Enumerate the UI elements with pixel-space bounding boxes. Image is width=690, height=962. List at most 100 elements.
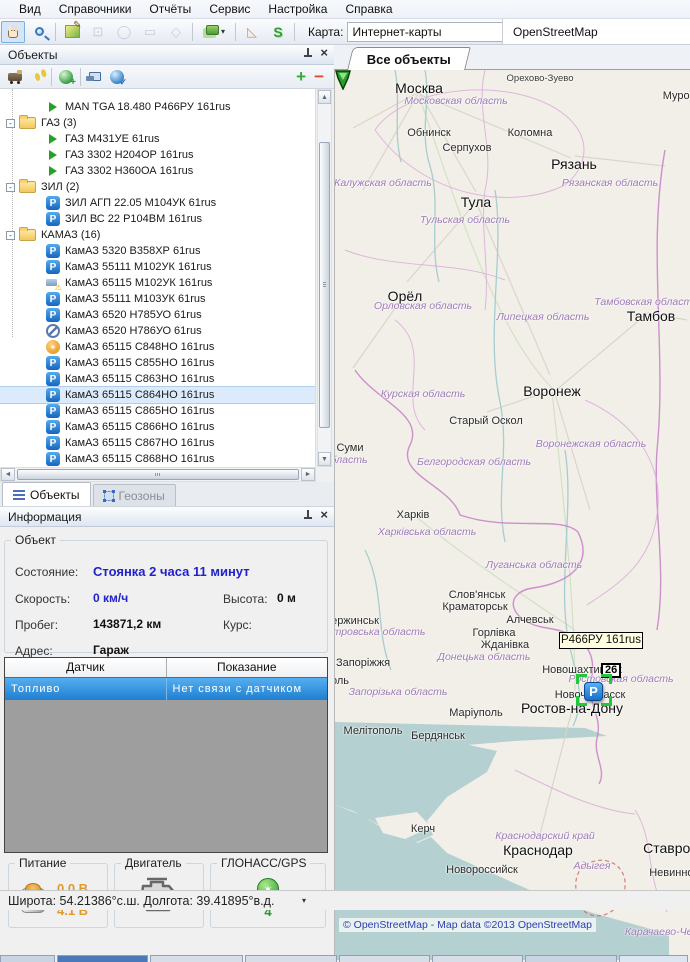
vehicle-monitor-button[interactable]: [84, 67, 106, 87]
hand-tool-button[interactable]: [1, 21, 25, 43]
map-provider-combobox[interactable]: OpenStreetMap: [502, 19, 690, 44]
scroll-right-icon[interactable]: ►: [301, 468, 315, 481]
tree-item[interactable]: P КамАЗ 65115 С855НО 161rus: [0, 355, 315, 371]
parking-marker[interactable]: P: [584, 682, 603, 701]
mileage-value: 143871,2 км: [93, 617, 161, 631]
select-tool-button[interactable]: ⊡: [86, 21, 110, 43]
sensor-row[interactable]: ТопливоНет связи с датчиком: [5, 678, 327, 700]
tree-item[interactable]: КамАЗ 6520 Н786УО 61rus: [0, 323, 315, 339]
map-city-label: Новороссийск: [446, 864, 518, 876]
tree-item[interactable]: PКамАЗ 65115 С864НО 161rus: [0, 387, 315, 403]
tree-item-label: КамАЗ 65115 С855НО 161rus: [65, 357, 214, 369]
map-canvas[interactable]: МоскваОрехово-ЗуевоМуромОбнинскКоломнаСе…: [334, 70, 690, 960]
truck-warning-icon: [46, 276, 60, 290]
route-button[interactable]: S: [266, 21, 290, 43]
parking-icon: P: [46, 372, 60, 386]
tree-item[interactable]: MAN TGA 18.480 Р466РУ 161rus: [0, 99, 315, 115]
map-city-label: Муром: [663, 90, 690, 102]
map-city-label: Серпухов: [443, 142, 492, 154]
menu-item[interactable]: Отчёты: [140, 1, 200, 17]
tree-item-label: ГАЗ 3302 Н360ОА 161rus: [65, 165, 193, 177]
layers-button[interactable]: ▾: [197, 21, 231, 43]
pin-icon[interactable]: [303, 509, 312, 521]
map-city-label: Воронеж: [523, 383, 580, 399]
map-tab-all-objects[interactable]: Все объекты: [347, 47, 471, 70]
menu-item[interactable]: Настройка: [259, 1, 336, 17]
measure-button[interactable]: ◺: [240, 21, 264, 43]
tab-objects[interactable]: Объекты: [2, 482, 91, 506]
tree-item[interactable]: PКамАЗ 55111 М102УК 161rus: [0, 259, 315, 275]
parking-icon: P: [46, 260, 60, 274]
tree-item-label: КамАЗ 65115 С863НО 161rus: [65, 373, 214, 385]
tree-item[interactable]: КамАЗ 65115 М102УК 161rus: [0, 275, 315, 291]
add-object-button[interactable]: +: [296, 67, 306, 87]
rect-tool-button[interactable]: ▭: [138, 21, 162, 43]
expand-icon[interactable]: -: [6, 119, 15, 128]
tree-item[interactable]: ГАЗ М431УЕ 61rus: [0, 131, 315, 147]
tree-item[interactable]: PКамАЗ 5320 В358ХР 61rus: [0, 243, 315, 259]
tree-horizontal-scrollbar[interactable]: ◄ ►: [0, 467, 316, 482]
ellipse-tool-button[interactable]: ◯: [112, 21, 136, 43]
magnifier-icon: [35, 27, 44, 36]
vehicle-list-button[interactable]: [4, 67, 26, 87]
tree-item[interactable]: PКамАЗ 65115 С865НО 161rus: [0, 403, 315, 419]
tree-group[interactable]: -ГАЗ (3): [0, 115, 315, 131]
pin-icon[interactable]: [303, 47, 312, 59]
ruler-triangle-icon: ◺: [247, 25, 257, 38]
close-icon[interactable]: ×: [320, 509, 328, 521]
folder-icon: [19, 117, 36, 129]
tree-item-label: КамАЗ 6520 Н785УО 61rus: [65, 309, 202, 321]
edit-map-button[interactable]: [60, 21, 84, 43]
horizontal-scroll-thumb[interactable]: [17, 469, 299, 480]
toolbar-separator: [80, 68, 81, 86]
remove-object-button[interactable]: −: [314, 67, 324, 87]
tree-item-label: КамАЗ 5320 В358ХР 61rus: [65, 245, 200, 257]
tracks-button[interactable]: [26, 67, 48, 87]
menu-item[interactable]: Справочники: [50, 1, 141, 17]
tree-item[interactable]: P КамАЗ 65115 С866НО 161rus: [0, 419, 315, 435]
map-city-label: Керч: [411, 823, 435, 835]
tree-item[interactable]: PКамАЗ 6520 Н785УО 61rus: [0, 307, 315, 323]
tree-item[interactable]: PКамАЗ 55111 М103УК 61rus: [0, 291, 315, 307]
tree-item[interactable]: PЗИЛ ВС 22 Р104ВМ 161rus: [0, 211, 315, 227]
map-region-label: Московская область: [404, 95, 507, 107]
tree-group[interactable]: -КАМАЗ (16): [0, 227, 315, 243]
tree-vertical-scrollbar[interactable]: ▲ ▼: [317, 89, 332, 467]
parking-icon: P: [46, 356, 60, 370]
expand-icon[interactable]: -: [6, 231, 15, 240]
tree-item[interactable]: ГАЗ 3302 Н204ОР 161rus: [0, 147, 315, 163]
vehicle-direction-marker[interactable]: [335, 70, 351, 90]
globe-check-button[interactable]: [106, 67, 128, 87]
tree-group[interactable]: -ЗИЛ (2): [0, 179, 315, 195]
tree-item-label: КамАЗ 65115 С866НО 161rus: [65, 421, 214, 433]
tree-item[interactable]: PКамАЗ 65115 С868НО 161rus: [0, 451, 315, 467]
tree-item[interactable]: ГАЗ 3302 Н360ОА 161rus: [0, 163, 315, 179]
polygon-tool-button[interactable]: ◇: [164, 21, 188, 43]
tree-item[interactable]: КамАЗ 65115 С848НО 161rus: [0, 339, 315, 355]
sensor-column-header: Датчик: [5, 658, 167, 677]
close-icon[interactable]: ×: [320, 47, 328, 59]
expand-icon[interactable]: -: [6, 183, 15, 192]
tab-geozones[interactable]: Геозоны: [93, 484, 176, 506]
tree-item[interactable]: PЗИЛ АГП 22.05 М104УК 61rus: [0, 195, 315, 211]
menu-item[interactable]: Сервис: [200, 1, 259, 17]
scroll-down-icon[interactable]: ▼: [318, 452, 331, 466]
map-region-label: Запорізька область: [349, 686, 448, 698]
altitude-label: Высота:: [223, 592, 268, 606]
scroll-up-icon[interactable]: ▲: [318, 90, 331, 104]
scroll-left-icon[interactable]: ◄: [1, 468, 15, 481]
hand-icon: [8, 30, 18, 38]
sensor-value: Нет связи с датчиком: [167, 678, 328, 700]
menu-item[interactable]: Справка: [336, 1, 401, 17]
tree-item[interactable]: P КамАЗ 65115 С863НО 161rus: [0, 371, 315, 387]
zoom-tool-button[interactable]: [27, 21, 51, 43]
tree-item[interactable]: PКамАЗ 65115 С867НО 161rus: [0, 435, 315, 451]
map-city-label: Обнинск: [407, 127, 450, 139]
menu-item[interactable]: Вид: [10, 1, 50, 17]
parking-icon: P: [46, 420, 60, 434]
globe-add-button[interactable]: [55, 67, 77, 87]
chevron-down-icon[interactable]: ▾: [302, 896, 306, 905]
parking-icon: P: [46, 292, 60, 306]
vertical-scroll-thumb[interactable]: [319, 142, 330, 428]
sensor-name: Топливо: [5, 678, 167, 700]
